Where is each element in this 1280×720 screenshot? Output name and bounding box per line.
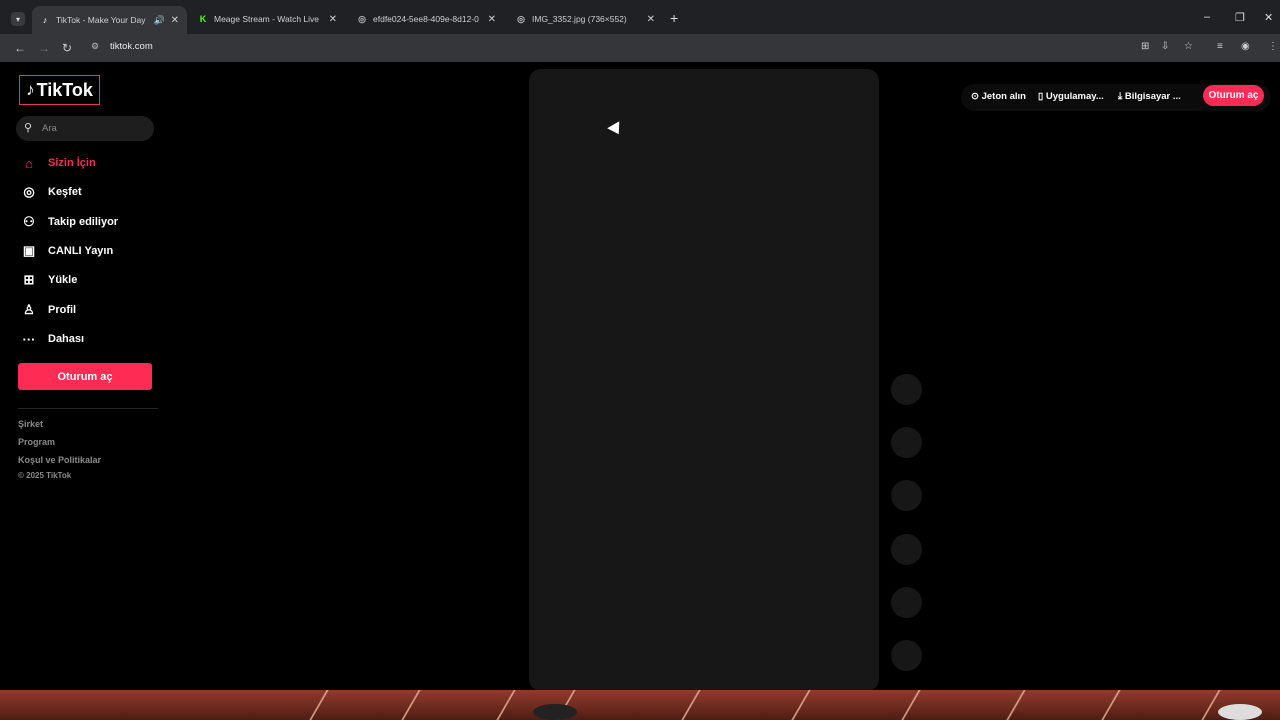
pc-label: Bilgisayar ... — [1124, 91, 1181, 102]
footer-link-program[interactable]: Program — [18, 437, 55, 447]
nav-explore[interactable]: ◎ Keşfet — [20, 182, 82, 202]
tab-title: efdfe024-5ee8-409e-8d12-036 — [373, 14, 479, 24]
forward-icon[interactable]: → — [38, 41, 50, 55]
app-label: Uygulamay... — [1045, 91, 1104, 102]
get-app-link[interactable]: ▯ Uygulamay... — [1038, 91, 1104, 102]
live-icon: ▣ — [22, 243, 36, 258]
profile-icon: ♙ — [23, 302, 35, 317]
close-tab-icon[interactable]: ✕ — [647, 14, 655, 25]
compass-icon: ◎ — [23, 184, 35, 199]
phone-icon: ▯ — [1038, 91, 1046, 102]
board-line — [1006, 690, 1026, 720]
nav-label: CANLI Yayın — [48, 245, 114, 257]
install-app-icon[interactable]: ⇩ — [1161, 41, 1169, 52]
action-button-placeholder[interactable] — [891, 427, 922, 458]
sidebar-divider — [18, 408, 158, 409]
nav-upload[interactable]: ⊞ Yükle — [20, 270, 78, 290]
reload-icon[interactable]: ↻ — [62, 41, 72, 55]
logo-text: TikTok — [36, 79, 93, 100]
action-button-placeholder[interactable] — [891, 534, 922, 565]
black-stone — [533, 704, 577, 720]
home-icon: ⌂ — [25, 155, 33, 171]
board-line — [309, 690, 329, 720]
footer-link-company[interactable]: Şirket — [18, 419, 43, 429]
nav-label: Dahası — [48, 333, 85, 345]
action-button-placeholder[interactable] — [891, 480, 922, 511]
tiktok-note-icon: ♪ — [26, 80, 35, 99]
translate-icon[interactable]: ⊞ — [1141, 41, 1149, 52]
tab-meage-stream[interactable]: K Meage Stream - Watch Live on ✕ — [190, 8, 345, 30]
back-icon[interactable]: ← — [14, 41, 26, 55]
nav-more[interactable]: ··· Dahası — [20, 329, 85, 349]
close-tab-icon[interactable]: ✕ — [329, 14, 337, 25]
address-bar[interactable] — [84, 38, 1204, 58]
nav-label: Profil — [48, 304, 77, 316]
sidebar-login-button[interactable]: Oturum aç — [18, 363, 152, 390]
nav-label: Yükle — [48, 274, 78, 286]
board-line — [496, 690, 516, 720]
get-coins-link[interactable]: ⊙ Jeton alın — [971, 91, 1026, 102]
tiktok-logo[interactable]: ♪ TikTok — [19, 75, 100, 105]
more-icon: ··· — [22, 331, 36, 347]
board-line — [901, 690, 921, 720]
globe-icon: ◎ — [517, 13, 525, 24]
tab-title: Meage Stream - Watch Live on — [214, 14, 320, 24]
board-line — [401, 690, 421, 720]
nav-label: Takip ediliyor — [48, 216, 119, 228]
action-button-placeholder[interactable] — [891, 374, 922, 405]
footer-copyright: © 2025 TikTok — [18, 471, 72, 480]
action-button-placeholder[interactable] — [891, 640, 922, 671]
url-text[interactable]: tiktok.com — [110, 41, 153, 52]
nav-label: Sizin İçin — [48, 157, 96, 169]
minimize-button[interactable]: – — [1204, 11, 1210, 23]
new-tab-button[interactable]: + — [670, 10, 678, 26]
kick-icon: K — [199, 14, 207, 24]
board-line — [1101, 690, 1121, 720]
nav-live[interactable]: ▣ CANLI Yayın — [20, 241, 113, 261]
action-button-placeholder[interactable] — [891, 587, 922, 618]
desktop-app-link[interactable]: ⤓ Bilgisayar ... — [1118, 91, 1181, 102]
tab-search-button[interactable]: ▾ — [11, 12, 25, 26]
browser-tab-strip: ▾ ♪ TikTok - Make Your Day 🔊 ✕ K Meage S… — [0, 0, 1280, 36]
search-input[interactable]: ⚲ Ara — [16, 116, 154, 141]
nav-label: Keşfet — [48, 186, 82, 198]
board-line — [791, 690, 811, 720]
upload-icon: ⊞ — [23, 272, 35, 287]
nav-for-you[interactable]: ⌂ Sizin İçin — [20, 153, 96, 173]
background-board-strip — [0, 690, 1280, 720]
profile-avatar-icon[interactable]: ◉ — [1241, 41, 1250, 52]
tab-title: TikTok - Make Your Day — [56, 15, 146, 25]
bookmark-star-icon[interactable]: ☆ — [1184, 41, 1193, 52]
restore-button[interactable]: ❐ — [1235, 11, 1245, 24]
nav-following[interactable]: ⚇ Takip ediliyor — [20, 212, 118, 232]
tab-title: IMG_3352.jpg (736×552) — [532, 14, 627, 24]
search-placeholder: Ara — [42, 123, 57, 134]
coins-label: Jeton alın — [981, 91, 1026, 102]
menu-kebab-icon[interactable]: ⋮ — [1268, 41, 1278, 52]
following-icon: ⚇ — [23, 214, 35, 229]
board-line — [1201, 690, 1221, 720]
board-line — [681, 690, 701, 720]
video-player-placeholder[interactable] — [529, 69, 879, 691]
coin-icon: ⊙ — [971, 91, 982, 102]
footer-link-terms[interactable]: Koşul ve Politikalar — [18, 455, 101, 465]
media-controls-icon[interactable]: ≡ — [1217, 41, 1223, 52]
globe-icon: ◎ — [358, 13, 366, 24]
search-icon: ⚲ — [24, 122, 33, 134]
speaker-icon[interactable]: 🔊 — [154, 15, 165, 26]
tab-img-3352[interactable]: ◎ IMG_3352.jpg (736×552) ✕ — [508, 8, 663, 30]
tab-tiktok[interactable]: ♪ TikTok - Make Your Day 🔊 ✕ — [32, 6, 187, 34]
tab-efdfe024[interactable]: ◎ efdfe024-5ee8-409e-8d12-036 ✕ — [349, 8, 504, 30]
close-window-button[interactable]: ✕ — [1264, 11, 1273, 24]
site-info-icon[interactable]: ⚙ — [91, 41, 99, 52]
top-login-button[interactable]: Oturum aç — [1203, 85, 1264, 106]
nav-profile[interactable]: ♙ Profil — [20, 300, 76, 320]
close-tab-icon[interactable]: ✕ — [488, 14, 496, 25]
download-icon: ⤓ — [1118, 91, 1125, 102]
browser-toolbar: ← → ↻ — [0, 34, 1280, 62]
white-stone — [1218, 704, 1262, 720]
tiktok-icon: ♪ — [42, 15, 48, 25]
close-tab-icon[interactable]: ✕ — [171, 15, 179, 26]
